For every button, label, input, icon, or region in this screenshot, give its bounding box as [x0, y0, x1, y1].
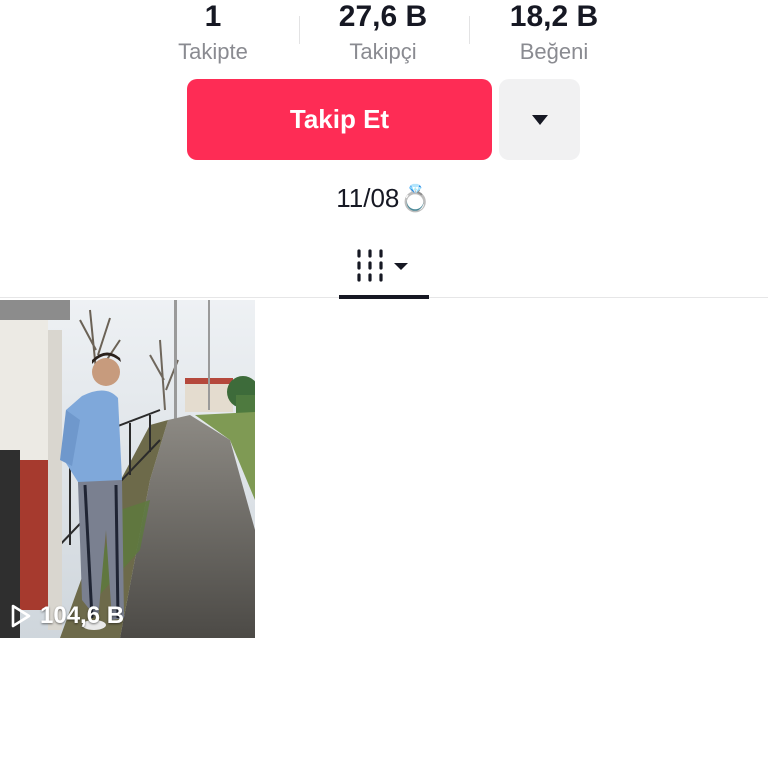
following-stat[interactable]: 1 Takipte — [128, 0, 298, 70]
followers-stat[interactable]: 27,6 B Takipçi — [298, 0, 468, 70]
likes-count: 18,2 B — [509, 0, 599, 33]
likes-label: Beğeni — [519, 39, 589, 64]
suggested-accounts-button[interactable] — [499, 79, 580, 160]
videos-grid-icon — [357, 249, 408, 282]
view-count-label: 104,6 B — [40, 602, 125, 629]
profile-stats: 1 Takipte 27,6 B Takipçi 18,2 B Beğeni — [0, 0, 768, 72]
caret-down-icon — [394, 263, 408, 270]
following-label: Takipte — [178, 39, 248, 64]
follow-button[interactable]: Takip Et — [187, 79, 492, 160]
following-count: 1 — [204, 0, 222, 33]
profile-bio: 11/08💍 — [336, 183, 432, 213]
followers-count: 27,6 B — [338, 0, 428, 33]
caret-down-icon — [531, 114, 548, 125]
followers-label: Takipçi — [349, 39, 417, 64]
likes-stat[interactable]: 18,2 B Beğeni — [469, 0, 639, 70]
play-outline-icon — [11, 604, 31, 628]
tab-active-indicator — [339, 295, 429, 299]
video-thumbnail-image — [0, 300, 255, 638]
video-thumbnail[interactable]: 104,6 B — [0, 300, 255, 638]
tab-videos[interactable] — [339, 232, 429, 299]
view-count: 104,6 B — [10, 602, 124, 630]
profile-tabs — [0, 232, 768, 299]
